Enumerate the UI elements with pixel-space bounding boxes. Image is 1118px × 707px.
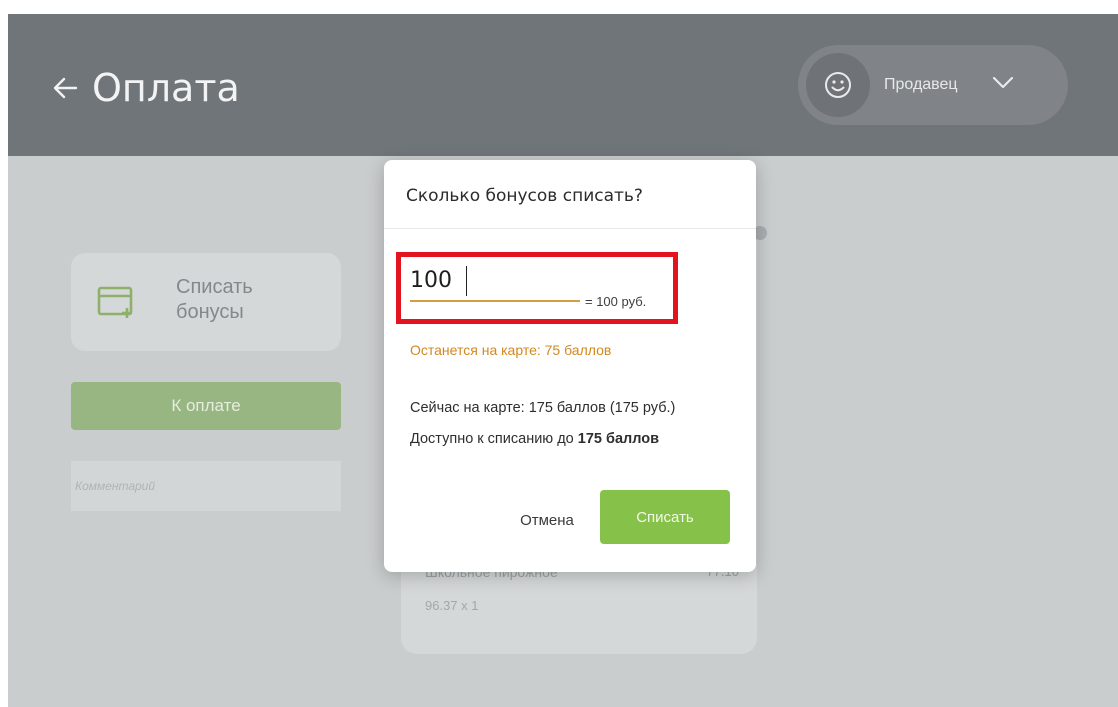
chevron-down-icon[interactable] [992, 76, 1014, 95]
available-limit: Доступно к списанию до 175 баллов [410, 431, 659, 447]
dialog-divider [384, 228, 756, 229]
smiley-icon [806, 53, 870, 117]
write-off-bonuses-label: Списать бонусы [176, 276, 253, 323]
order-item-qty: 96.37 x 1 [425, 598, 479, 613]
back-button[interactable]: Оплата [52, 66, 240, 110]
text-caret [466, 266, 467, 296]
write-off-button[interactable]: Списать [600, 490, 730, 544]
user-menu[interactable]: Продавец [798, 45, 1068, 125]
dialog-title: Сколько бонусов списать? [406, 186, 643, 206]
remaining-balance: Останется на карте: 75 баллов [410, 342, 612, 358]
app-screen: Оплата Продавец Списать бонусы К оплате … [8, 14, 1118, 707]
available-amount: 175 баллов [577, 431, 660, 447]
input-underline [410, 300, 580, 302]
rub-equivalent: = 100 руб. [585, 294, 647, 309]
comment-input[interactable] [71, 461, 341, 511]
bonus-amount-input[interactable]: 100 [410, 268, 452, 293]
current-balance: Сейчас на карте: 175 баллов (175 руб.) [410, 400, 676, 416]
page-header: Оплата Продавец [8, 14, 1118, 156]
available-prefix: Доступно к списанию до [410, 431, 574, 447]
card-add-icon [97, 286, 137, 325]
to-payment-button[interactable]: К оплате [71, 382, 341, 430]
page-title: Оплата [92, 66, 240, 110]
bonus-dialog: Сколько бонусов списать? 100 = 100 руб. … [384, 160, 756, 572]
arrow-left-icon [52, 75, 78, 101]
write-off-bonuses-card[interactable]: Списать бонусы [71, 253, 341, 351]
cancel-button[interactable]: Отмена [502, 508, 592, 532]
user-label: Продавец [884, 76, 958, 93]
